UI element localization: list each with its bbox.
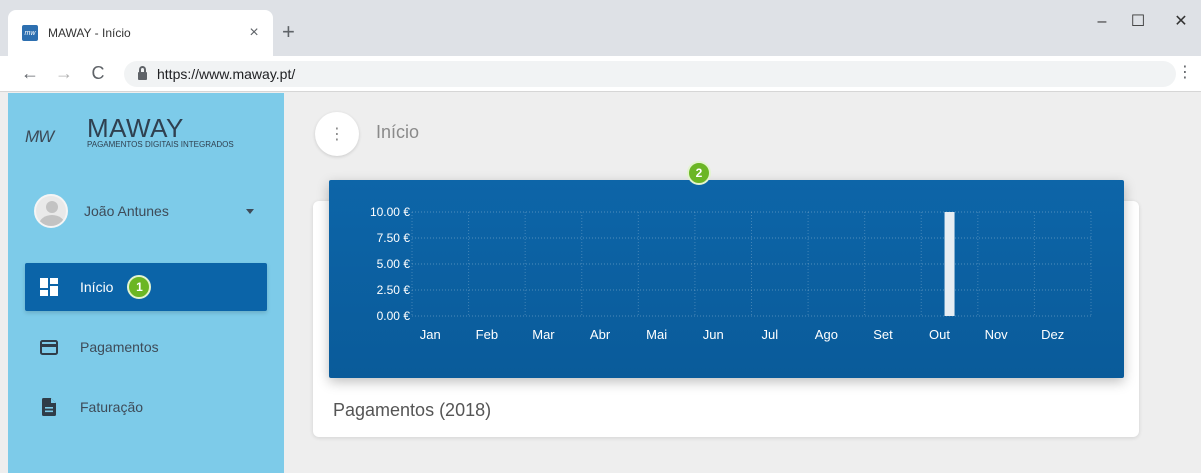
address-bar: ← → C https://www.maway.pt/ ⋮ [0,56,1201,92]
y-tick-label: 7.50 € [377,231,411,245]
y-tick-label: 0.00 € [377,309,411,323]
new-tab-button[interactable]: + [282,21,295,43]
tab-close-icon[interactable]: × [245,24,263,42]
payments-chart-svg: 0.00 € 2.50 € 5.00 € 7.50 € 10.00 € Jan Feb Mar… [370,205,1092,342]
tab-title: MAWAY - Início [48,26,131,40]
chevron-down-icon [246,208,254,214]
sidebar-item-inicio[interactable]: Início 1 [25,263,267,311]
url-text: https://www.maway.pt/ [157,66,296,82]
brand-tagline: PAGAMENTOS DIGITAIS INTEGRADOS [87,140,234,149]
x-tick-label: Set [873,327,893,342]
x-tick-label: Dez [1041,327,1064,342]
x-tick-label: Jul [761,327,778,342]
x-tick-label: Jun [703,327,724,342]
maway-favicon-icon: mw [22,25,38,41]
more-options-button[interactable]: ⋮ [315,112,359,156]
dashboard-icon [39,277,59,297]
browser-tab-bar: mw MAWAY - Início × + – ☐ ✕ [0,0,1201,56]
x-tick-label: Jan [420,327,441,342]
y-tick-label: 10.00 € [370,205,410,219]
url-input[interactable]: https://www.maway.pt/ [124,61,1176,87]
y-tick-label: 2.50 € [377,283,411,297]
x-tick-label: Mar [532,327,555,342]
card-title: Pagamentos (2018) [333,400,492,420]
step-badge: 1 [127,275,152,299]
x-tick-label: Nov [985,327,1009,342]
maway-logo-icon: MW [25,127,54,146]
browser-menu-button[interactable]: ⋮ [1177,64,1193,82]
credit-card-icon [39,337,59,357]
user-menu[interactable]: João Antunes [34,191,264,231]
page-title: Início [376,122,420,142]
x-tick-label: Feb [476,327,498,342]
lock-icon [138,66,147,80]
step-badge-2: 2 [687,161,711,185]
sidebar-item-label: Faturação [80,399,144,415]
maximize-button[interactable]: ☐ [1128,12,1148,32]
x-tick-label: Abr [590,327,611,342]
y-tick-label: 5.00 € [377,257,411,271]
user-name: João Antunes [84,203,169,219]
x-tick-label: Mai [646,327,667,342]
forward-button[interactable]: → [54,63,74,83]
browser-tab[interactable]: mw MAWAY - Início × [8,10,273,56]
vertical-dots-icon: ⋮ [329,126,345,143]
sidebar-item-pagamentos[interactable]: Pagamentos [25,323,267,371]
avatar [34,194,68,228]
sidebar-item-label: Pagamentos [80,339,159,355]
x-tick-label: Out [929,327,950,342]
document-icon [39,397,59,417]
payments-chart: 0.00 € 2.50 € 5.00 € 7.50 € 10.00 € Jan Feb Mar… [329,180,1124,378]
reload-button[interactable]: C [88,63,108,83]
sidebar-item-faturacao[interactable]: Faturação [25,383,267,431]
x-tick-label: Ago [815,327,838,342]
sidebar: MW MAWAY PAGAMENTOS DIGITAIS INTEGRADOS … [8,93,284,473]
window-close-button[interactable]: ✕ [1171,12,1191,32]
back-button[interactable]: ← [20,63,40,83]
minimize-button[interactable]: – [1092,12,1112,32]
bar-out [944,212,955,316]
sidebar-item-label: Início [80,279,114,295]
